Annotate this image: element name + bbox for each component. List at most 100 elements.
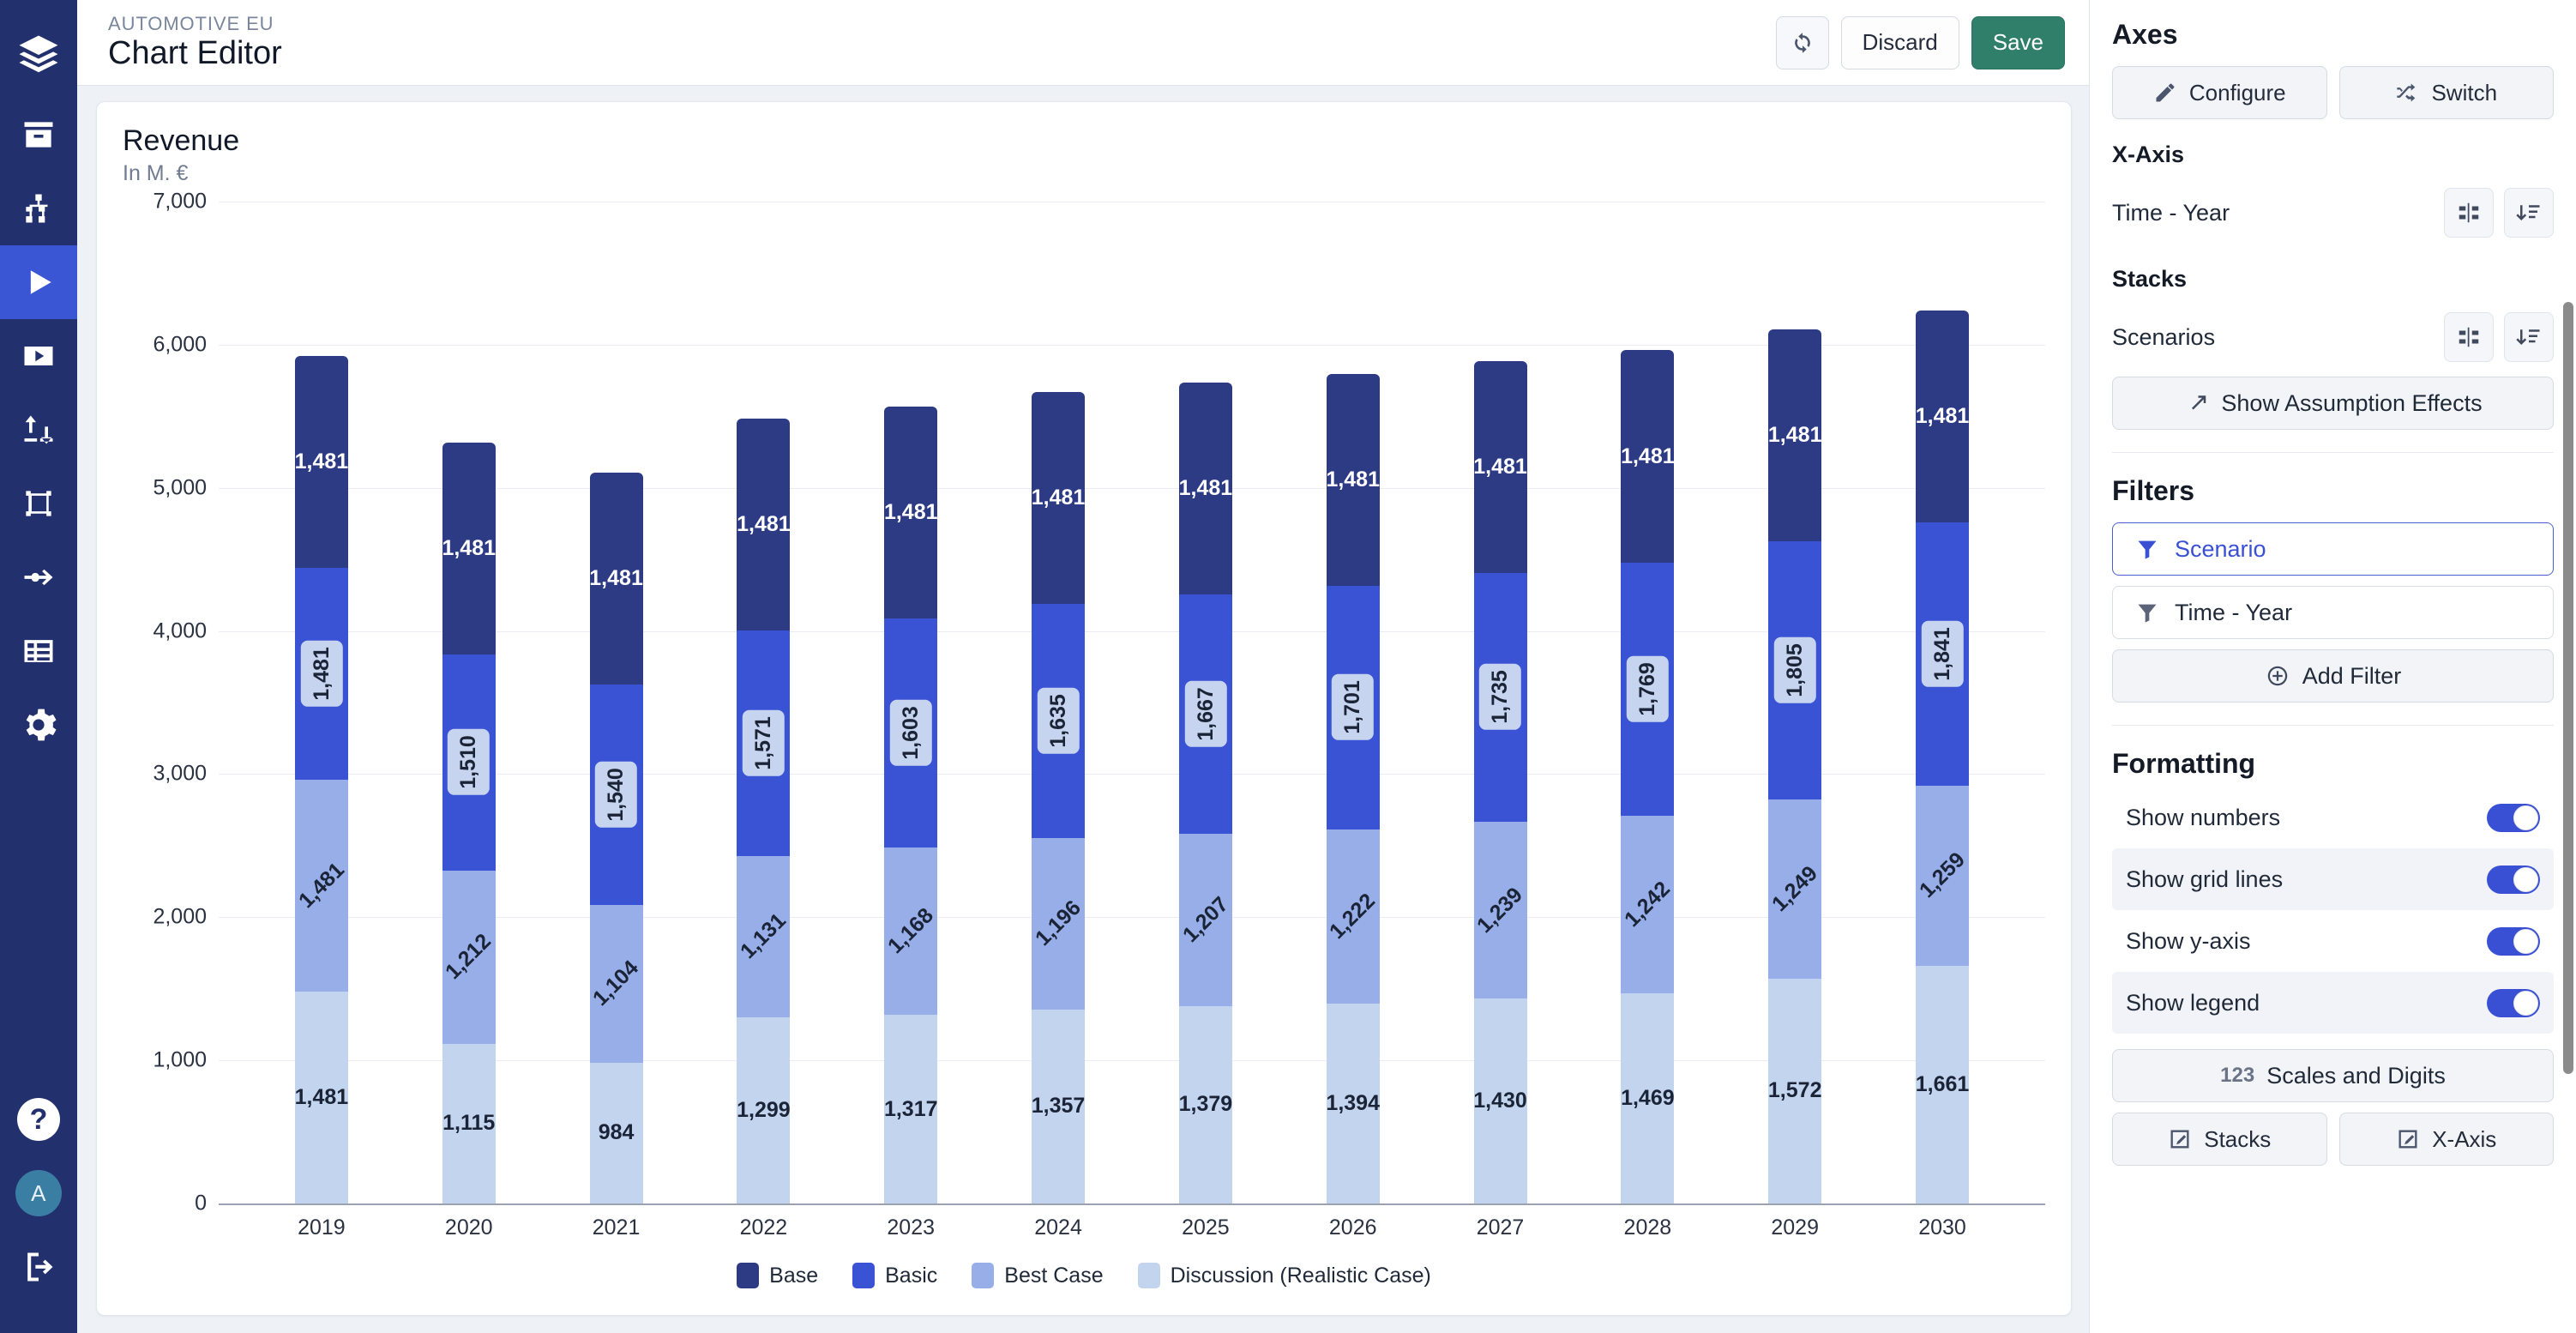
bar-segment[interactable]: 1,207 (1178, 833, 1233, 1006)
bar-segment[interactable]: 1,481 (884, 406, 938, 618)
bar-segment[interactable]: 1,131 (736, 855, 791, 1018)
bar-column[interactable]: 1,481 1,635 1,196 1,357 (1031, 202, 1086, 1203)
stacks-sort-button[interactable] (2504, 312, 2554, 362)
sidebar-item-settings[interactable] (0, 688, 77, 762)
bar-segment[interactable]: 1,212 (441, 870, 496, 1044)
bar-column[interactable]: 1,481 1,769 1,242 1,469 (1620, 202, 1675, 1203)
bar-segment[interactable]: 1,104 (588, 904, 643, 1063)
bar-segment[interactable]: 1,635 (1032, 604, 1086, 839)
edit-x-axis-button[interactable]: X-Axis (2338, 1113, 2554, 1166)
bar-segment[interactable]: 1,394 (1326, 1004, 1380, 1203)
bar-segment[interactable]: 1,481 (737, 419, 791, 631)
bar-segment[interactable]: 1,249 (1767, 799, 1822, 979)
bar-column[interactable]: 1,481 1,510 1,212 1,115 (441, 202, 496, 1203)
bar-segment[interactable]: 1,735 (1473, 573, 1527, 822)
toggle-row-show-grid-lines[interactable]: Show grid lines (2112, 848, 2554, 910)
sidebar-item-flow[interactable] (0, 540, 77, 614)
bar-column[interactable]: 1,481 1,701 1,222 1,394 (1325, 202, 1380, 1203)
toggle-show-numbers[interactable] (2487, 803, 2540, 832)
bar-column[interactable]: 1,481 1,571 1,131 1,299 (736, 202, 791, 1203)
help-button[interactable]: ? (0, 1083, 77, 1156)
toggle-show-y-axis[interactable] (2487, 926, 2540, 956)
bar-segment[interactable]: 1,481 (1916, 310, 1969, 522)
bar-column[interactable]: 1,481 1,540 1,104 984 (588, 202, 643, 1203)
bar-segment[interactable]: 1,299 (737, 1017, 791, 1203)
legend-item[interactable]: Discussion (Realistic Case) (1137, 1263, 1431, 1288)
bar-segment[interactable]: 1,317 (884, 1015, 938, 1203)
sidebar-item-video[interactable] (0, 319, 77, 393)
save-button[interactable]: Save (1971, 15, 2065, 69)
bar-segment[interactable]: 1,168 (883, 847, 938, 1016)
bar-segment[interactable]: 1,379 (1179, 1005, 1232, 1203)
bar-segment[interactable]: 1,242 (1620, 815, 1675, 993)
bar-segment[interactable]: 1,196 (1031, 838, 1086, 1010)
bar-segment[interactable]: 1,259 (1915, 785, 1970, 966)
toggle-row-show-numbers[interactable]: Show numbers (2112, 787, 2554, 848)
toggle-show-legend[interactable] (2487, 988, 2540, 1017)
bar-segment[interactable]: 1,481 (442, 442, 496, 654)
bar-column[interactable]: 1,481 1,481 1,481 1,481 (294, 202, 349, 1203)
add-filter-button[interactable]: Add Filter (2112, 649, 2554, 703)
bar-segment[interactable]: 1,481 (1621, 350, 1675, 563)
edit-stacks-button[interactable]: Stacks (2112, 1113, 2327, 1166)
legend-item[interactable]: Basic (852, 1263, 937, 1288)
bar-segment[interactable]: 1,701 (1326, 585, 1380, 829)
bar-segment[interactable]: 1,481 (1473, 361, 1527, 574)
panel-scrollbar[interactable] (2563, 302, 2573, 1074)
bar-segment[interactable]: 1,481 (294, 779, 349, 992)
sidebar-item-transfer[interactable] (0, 393, 77, 467)
logout-button[interactable] (0, 1230, 77, 1304)
x-axis-group-button[interactable] (2444, 188, 2494, 238)
bar-column[interactable]: 1,481 1,667 1,207 1,379 (1178, 202, 1233, 1203)
filter-chip-time-year[interactable]: Time - Year (2112, 586, 2554, 639)
bar-segment[interactable]: 1,540 (589, 684, 643, 905)
bar-segment[interactable]: 1,481 (1768, 329, 1821, 542)
legend-item[interactable]: Base (737, 1263, 818, 1288)
bar-segment[interactable]: 1,481 (294, 567, 348, 780)
bar-segment[interactable]: 1,222 (1325, 829, 1380, 1004)
bar-segment[interactable]: 1,357 (1032, 1009, 1085, 1203)
user-avatar[interactable]: A (0, 1156, 77, 1230)
configure-button[interactable]: Configure (2112, 66, 2327, 119)
bar-column[interactable]: 1,481 1,603 1,168 1,317 (883, 202, 938, 1203)
bar-column[interactable]: 1,481 1,805 1,249 1,572 (1767, 202, 1822, 1203)
bar-segment[interactable]: 1,769 (1621, 562, 1675, 816)
bar-segment[interactable]: 1,510 (442, 654, 496, 871)
bar-segment[interactable]: 1,481 (1032, 392, 1085, 605)
bar-segment[interactable]: 1,571 (737, 630, 791, 856)
bar-segment[interactable]: 1,661 (1916, 965, 1969, 1203)
toggle-show-grid-lines[interactable] (2487, 865, 2540, 894)
discard-button[interactable]: Discard (1840, 15, 1959, 69)
switch-button[interactable]: Switch (2338, 66, 2554, 119)
filter-chip-scenario[interactable]: Scenario (2112, 522, 2554, 576)
sidebar-item-play[interactable] (0, 245, 77, 319)
scales-and-digits-button[interactable]: 123 Scales and Digits (2112, 1049, 2554, 1102)
bar-segment[interactable]: 1,430 (1473, 998, 1527, 1203)
sidebar-item-bounding-box[interactable] (0, 467, 77, 540)
stacks-group-button[interactable] (2444, 312, 2494, 362)
bar-segment[interactable]: 1,667 (1178, 594, 1232, 834)
bar-segment[interactable]: 1,481 (1326, 373, 1380, 586)
sidebar-item-structure[interactable] (0, 172, 77, 245)
bar-segment[interactable]: 1,603 (884, 618, 938, 848)
toggle-row-show-y-axis[interactable]: Show y-axis (2112, 910, 2554, 972)
bar-segment[interactable]: 1,481 (295, 355, 348, 568)
show-assumption-effects-button[interactable]: Show Assumption Effects (2112, 377, 2554, 430)
bar-segment[interactable]: 1,481 (589, 472, 643, 685)
bar-segment[interactable]: 1,572 (1768, 978, 1821, 1203)
bar-segment[interactable]: 1,841 (1916, 522, 1970, 786)
bar-segment[interactable]: 1,469 (1621, 992, 1675, 1203)
bar-column[interactable]: 1,481 1,735 1,239 1,430 (1472, 202, 1527, 1203)
bar-column[interactable]: 1,481 1,841 1,259 1,661 (1915, 202, 1970, 1203)
refresh-button[interactable] (1775, 15, 1829, 69)
bar-segment[interactable]: 1,481 (1179, 383, 1232, 595)
toggle-row-show-legend[interactable]: Show legend (2112, 972, 2554, 1034)
bar-segment[interactable]: 984 (589, 1062, 643, 1203)
sidebar-item-archive[interactable] (0, 98, 77, 172)
x-axis-sort-button[interactable] (2504, 188, 2554, 238)
app-logo[interactable] (0, 12, 77, 98)
bar-segment[interactable]: 1,239 (1472, 821, 1527, 999)
sidebar-item-table[interactable] (0, 614, 77, 688)
bar-segment[interactable]: 1,805 (1768, 541, 1822, 800)
bar-segment[interactable]: 1,115 (442, 1043, 496, 1203)
